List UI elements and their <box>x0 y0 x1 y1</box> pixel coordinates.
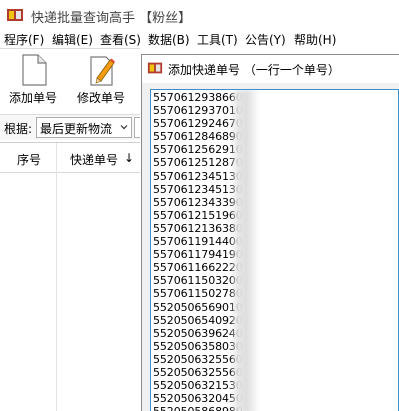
document-icon <box>22 54 47 86</box>
add-number-label: 添加单号 <box>8 91 57 105</box>
pencil-document-icon <box>90 56 115 86</box>
dialog-client: 5570612938660 5570612937010 5570612924670 5… <box>142 83 399 411</box>
menu-program[interactable]: 程序(F) <box>4 31 44 48</box>
menu-edit[interactable]: 编辑(E) <box>52 31 93 48</box>
menu-view[interactable]: 查看(S) <box>100 31 141 48</box>
add-number-button[interactable]: 添加单号 <box>0 49 66 111</box>
toolbar: 添加单号 修改单号 <box>0 48 140 112</box>
grid-header: 序号 快递单号 ↓ <box>0 143 140 173</box>
menu-notice[interactable]: 公告(Y) <box>245 31 286 48</box>
tracking-grid: 序号 快递单号 ↓ <box>0 142 140 411</box>
dialog-titlebar[interactable]: 添加快递单号 （一行一个单号） <box>142 55 399 83</box>
menu-bar: 程序(F) 编辑(E) 查看(S) 数据(B) 工具(T) 公告(Y) 帮助(H… <box>0 30 399 48</box>
column-divider <box>56 143 57 411</box>
secondary-select[interactable] <box>134 117 140 138</box>
column-header-index[interactable]: 序号 <box>17 151 41 168</box>
main-titlebar[interactable]: 快递批量查询高手 【粉丝】 <box>0 0 399 30</box>
sort-descending-icon: ↓ <box>124 151 135 165</box>
dialog-title: 添加快递单号 （一行一个单号） <box>168 63 340 77</box>
chevron-down-icon <box>120 125 128 130</box>
sort-select[interactable]: 最后更新物流 <box>36 117 132 138</box>
add-numbers-dialog: 添加快递单号 （一行一个单号） 5570612938660 55706129370… <box>141 54 399 411</box>
sort-selected-value: 最后更新物流 <box>40 122 113 136</box>
edit-number-button[interactable]: 修改单号 <box>68 49 134 111</box>
app-icon <box>7 9 23 21</box>
column-header-tracking-number[interactable]: 快递单号 <box>70 151 118 168</box>
privacy-blur <box>230 90 260 411</box>
app-icon <box>147 62 163 74</box>
sort-label: 根据: <box>4 122 33 136</box>
menu-tools[interactable]: 工具(T) <box>197 31 238 48</box>
menu-help[interactable]: 帮助(H) <box>294 31 336 48</box>
sort-row: 根据: 最后更新物流 <box>0 114 140 140</box>
menu-data[interactable]: 数据(B) <box>148 31 190 48</box>
tracking-numbers-textarea[interactable]: 5570612938660 5570612937010 5570612924670 5… <box>150 89 399 411</box>
app-title: 快递批量查询高手 【粉丝】 <box>31 11 192 26</box>
edit-number-label: 修改单号 <box>76 91 125 105</box>
